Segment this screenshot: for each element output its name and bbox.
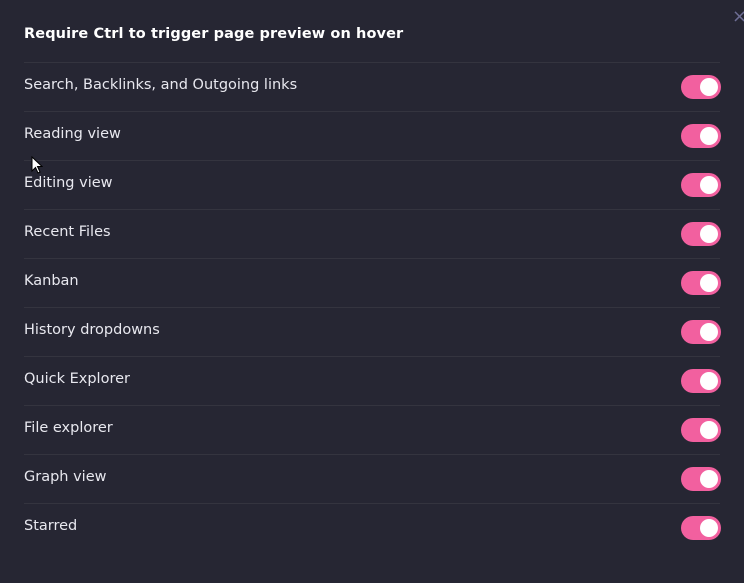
- setting-label: Search, Backlinks, and Outgoing links: [24, 77, 298, 93]
- setting-label: History dropdowns: [24, 322, 160, 338]
- setting-row: Quick Explorer: [24, 356, 721, 405]
- setting-row: Reading view: [24, 111, 721, 160]
- setting-toggle-history-dropdowns[interactable]: [681, 320, 721, 344]
- setting-toggle-starred[interactable]: [681, 516, 721, 540]
- setting-toggle-graph-view[interactable]: [681, 467, 721, 491]
- setting-label: File explorer: [24, 420, 113, 436]
- toggle-knob: [700, 127, 718, 145]
- toggle-knob: [700, 372, 718, 390]
- setting-label: Starred: [24, 518, 78, 534]
- setting-row: Editing view: [24, 160, 721, 209]
- setting-label: Graph view: [24, 469, 107, 485]
- setting-toggle-kanban[interactable]: [681, 271, 721, 295]
- settings-list: Search, Backlinks, and Outgoing links Re…: [24, 62, 721, 552]
- setting-row: Graph view: [24, 454, 721, 503]
- page-preview-settings-dialog: × Require Ctrl to trigger page preview o…: [0, 0, 744, 583]
- mouse-cursor-icon: [31, 156, 43, 174]
- setting-label: Quick Explorer: [24, 371, 130, 387]
- setting-row: History dropdowns: [24, 307, 721, 356]
- setting-toggle-reading-view[interactable]: [681, 124, 721, 148]
- setting-row: Starred: [24, 503, 721, 552]
- dialog-title: Require Ctrl to trigger page preview on …: [24, 26, 404, 42]
- setting-label: Kanban: [24, 273, 79, 289]
- setting-label: Recent Files: [24, 224, 111, 240]
- setting-label: Reading view: [24, 126, 121, 142]
- setting-toggle-quick-explorer[interactable]: [681, 369, 721, 393]
- toggle-knob: [700, 78, 718, 96]
- setting-toggle-file-explorer[interactable]: [681, 418, 721, 442]
- setting-row: Kanban: [24, 258, 721, 307]
- toggle-knob: [700, 323, 718, 341]
- toggle-knob: [700, 470, 718, 488]
- setting-toggle-search-backlinks-outgoing[interactable]: [681, 75, 721, 99]
- setting-toggle-recent-files[interactable]: [681, 222, 721, 246]
- toggle-knob: [700, 176, 718, 194]
- setting-row: Recent Files: [24, 209, 721, 258]
- setting-row: File explorer: [24, 405, 721, 454]
- setting-row: Search, Backlinks, and Outgoing links: [24, 62, 721, 111]
- close-icon[interactable]: ×: [732, 6, 744, 28]
- toggle-knob: [700, 421, 718, 439]
- toggle-knob: [700, 274, 718, 292]
- toggle-knob: [700, 225, 718, 243]
- setting-toggle-editing-view[interactable]: [681, 173, 721, 197]
- setting-label: Editing view: [24, 175, 113, 191]
- toggle-knob: [700, 519, 718, 537]
